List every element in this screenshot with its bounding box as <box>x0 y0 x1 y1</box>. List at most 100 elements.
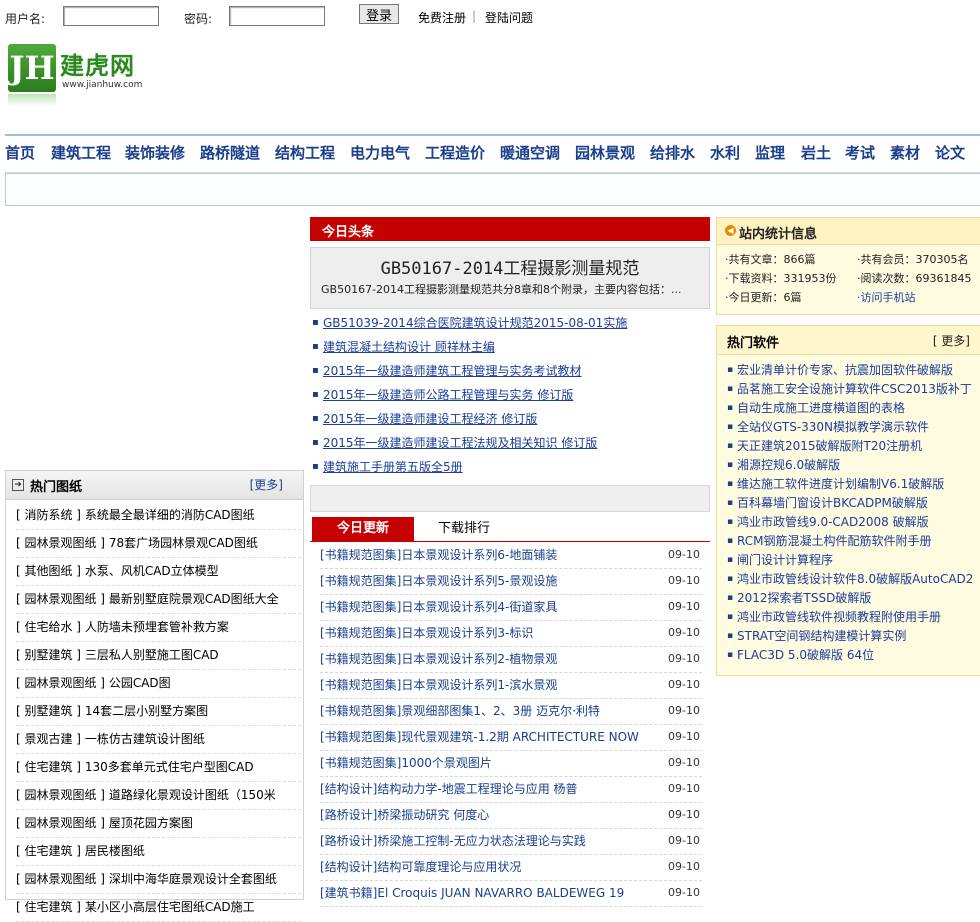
hot-software-more-link[interactable]: [ 更多] <box>933 332 970 349</box>
tab-download-ranking[interactable]: 下载排行 <box>438 517 490 541</box>
software-link[interactable]: FLAC3D 5.0破解版 64位 <box>727 646 979 665</box>
list-item[interactable]: [书籍规范图集]日本景观设计系列1-滨水景观 09-10 <box>320 673 702 699</box>
list-item[interactable]: [ 园林景观图纸 ] 深圳中海华庭景观设计全套图纸 <box>16 866 301 894</box>
update-category[interactable]: [书籍规范图集] <box>320 730 401 744</box>
nav-item-paper[interactable]: 论文 <box>935 142 965 163</box>
list-item[interactable]: [ 住宅建筑 ] 130多套单元式住宅户型图CAD <box>16 754 301 782</box>
list-item[interactable]: [ 住宅建筑 ] 居民楼图纸 <box>16 838 301 866</box>
login-help-link[interactable]: 登陆问题 <box>485 9 533 26</box>
nav-item-decoration[interactable]: 装饰装修 <box>125 142 185 163</box>
news-link[interactable]: 建筑混凝土结构设计 顾祥林主编 <box>323 340 495 354</box>
nav-item-water[interactable]: 给排水 <box>650 142 695 163</box>
list-item[interactable]: [书籍规范图集]日本景观设计系列5-景观设施 09-10 <box>320 569 702 595</box>
list-item[interactable]: [路桥设计]桥梁施工控制-无应力状态法理论与实践 09-10 <box>320 829 702 855</box>
drawing-title[interactable]: 深圳中海华庭景观设计全套图纸 <box>109 872 277 886</box>
mobile-site-link[interactable]: ·访问手机站 <box>857 289 916 305</box>
update-category[interactable]: [结构设计] <box>320 782 377 796</box>
list-item[interactable]: [ 别墅建筑 ] 三层私人别墅施工图CAD <box>16 642 301 670</box>
update-category[interactable]: [书籍规范图集] <box>320 756 401 770</box>
software-link[interactable]: 鸿业市政管线软件视频教程附使用手册 <box>727 608 979 627</box>
list-item[interactable]: [ 园林景观图纸 ] 道路绿化景观设计图纸（150米 <box>16 782 301 810</box>
drawing-category[interactable]: [ 住宅建筑 ] <box>16 760 81 774</box>
update-title[interactable]: 景观细部图集1、2、3册 迈克尔·利特 <box>401 704 600 718</box>
hot-drawings-more-link[interactable]: [更多] <box>250 476 283 493</box>
update-title[interactable]: 桥梁振动研究 何度心 <box>377 808 489 822</box>
drawing-title[interactable]: 最新别墅庭院景观CAD图纸大全 <box>109 592 279 606</box>
list-item[interactable]: [结构设计]结构可靠度理论与应用状况 09-10 <box>320 855 702 881</box>
drawing-title[interactable]: 公园CAD图 <box>109 676 171 690</box>
drawing-category[interactable]: [ 园林景观图纸 ] <box>16 872 105 886</box>
nav-item-electric[interactable]: 电力电气 <box>350 142 410 163</box>
tab-today-updates[interactable]: 今日更新 <box>312 517 414 541</box>
update-category[interactable]: [书籍规范图集] <box>320 626 401 640</box>
software-link[interactable]: 鸿业市政管线9.0-CAD2008 破解版 <box>727 513 979 532</box>
news-link[interactable]: 建筑施工手册第五版全5册 <box>323 460 463 474</box>
software-link[interactable]: 全站仪GTS-330N模拟教学演示软件 <box>727 418 979 437</box>
news-link[interactable]: 2015年一级建造师公路工程管理与实务 修订版 <box>323 388 573 402</box>
password-input[interactable] <box>229 6 325 26</box>
update-title[interactable]: 结构可靠度理论与应用状况 <box>377 860 521 874</box>
drawing-title[interactable]: 某小区小高层住宅图纸CAD施工 <box>85 900 255 914</box>
update-category[interactable]: [结构设计] <box>320 860 377 874</box>
update-title[interactable]: 日本景观设计系列3-标识 <box>401 626 533 640</box>
nav-item-road-bridge[interactable]: 路桥隧道 <box>200 142 260 163</box>
nav-item-landscape[interactable]: 园林景观 <box>575 142 635 163</box>
drawing-category[interactable]: [ 园林景观图纸 ] <box>16 592 105 606</box>
software-link[interactable]: 湘源控规6.0破解版 <box>727 456 979 475</box>
drawing-category[interactable]: [ 园林景观图纸 ] <box>16 536 105 550</box>
news-link[interactable]: 2015年一级建造师建设工程经济 修订版 <box>323 412 537 426</box>
nav-item-material[interactable]: 素材 <box>890 142 920 163</box>
list-item[interactable]: [ 消防系统 ] 系统最全最详细的消防CAD图纸 <box>16 502 301 530</box>
list-item[interactable]: [书籍规范图集]景观细部图集1、2、3册 迈克尔·利特 09-10 <box>320 699 702 725</box>
drawing-title[interactable]: 水泵、风机CAD立体模型 <box>85 564 219 578</box>
nav-item-supervision[interactable]: 监理 <box>755 142 785 163</box>
update-category[interactable]: [书籍规范图集] <box>320 652 401 666</box>
nav-item-geotech[interactable]: 岩土 <box>801 142 831 163</box>
list-item[interactable]: [ 别墅建筑 ] 14套二层小别墅方案图 <box>16 698 301 726</box>
drawing-title[interactable]: 道路绿化景观设计图纸（150米 <box>109 788 276 802</box>
drawing-title[interactable]: 14套二层小别墅方案图 <box>85 704 208 718</box>
software-link[interactable]: 品茗施工安全设施计算软件CSC2013版补丁 <box>727 380 979 399</box>
list-item[interactable]: [建筑书籍]El Croquis JUAN NAVARRO BALDEWEG 1… <box>320 881 702 907</box>
drawing-title[interactable]: 三层私人别墅施工图CAD <box>85 648 219 662</box>
news-link[interactable]: GB51039-2014综合医院建筑设计规范2015-08-01实施 <box>323 316 627 330</box>
list-item[interactable]: [书籍规范图集]1000个景观图片 09-10 <box>320 751 702 777</box>
news-link[interactable]: 2015年一级建造师建设工程法规及相关知识 修订版 <box>323 436 597 450</box>
update-title[interactable]: 日本景观设计系列5-景观设施 <box>401 574 557 588</box>
software-link[interactable]: 自动生成施工进度横道图的表格 <box>727 399 979 418</box>
drawing-category[interactable]: [ 住宅给水 ] <box>16 620 81 634</box>
software-link[interactable]: 维达施工软件进度计划编制V6.1破解版 <box>727 475 979 494</box>
update-category[interactable]: [路桥设计] <box>320 808 377 822</box>
list-item[interactable]: [ 住宅建筑 ] 某小区小高层住宅图纸CAD施工 <box>16 894 301 922</box>
site-logo[interactable]: JH 建虎网 www.jianhuw.com <box>8 42 158 108</box>
drawing-title[interactable]: 78套广场园林景观CAD图纸 <box>109 536 258 550</box>
software-link[interactable]: 闸门设计计算程序 <box>727 551 979 570</box>
nav-item-hydraulic[interactable]: 水利 <box>710 142 740 163</box>
headline-title[interactable]: GB50167-2014工程摄影测量规范 <box>311 254 709 279</box>
nav-item-exam[interactable]: 考试 <box>845 142 875 163</box>
drawing-category[interactable]: [ 消防系统 ] <box>16 508 81 522</box>
list-item[interactable]: [书籍规范图集]日本景观设计系列3-标识 09-10 <box>320 621 702 647</box>
software-link[interactable]: STRAT空间钢结构建模计算实例 <box>727 627 979 646</box>
list-item[interactable]: [ 园林景观图纸 ] 最新别墅庭院景观CAD图纸大全 <box>16 586 301 614</box>
drawing-category[interactable]: [ 园林景观图纸 ] <box>16 788 105 802</box>
update-title[interactable]: 日本景观设计系列6-地面铺装 <box>401 548 557 562</box>
drawing-title[interactable]: 130多套单元式住宅户型图CAD <box>85 760 254 774</box>
news-link[interactable]: 2015年一级建造师建筑工程管理与实务考试教材 <box>323 364 582 378</box>
update-title[interactable]: 日本景观设计系列1-滨水景观 <box>401 678 557 692</box>
drawing-category[interactable]: [ 别墅建筑 ] <box>16 648 81 662</box>
list-item[interactable]: [书籍规范图集]现代景观建筑-1.2期 ARCHITECTURE NOW 09-1… <box>320 725 702 751</box>
username-input[interactable] <box>63 6 159 26</box>
update-category[interactable]: [书籍规范图集] <box>320 704 401 718</box>
register-link[interactable]: 免费注册 <box>418 9 466 26</box>
login-button[interactable]: 登录 <box>359 4 399 24</box>
nav-item-hvac[interactable]: 暖通空调 <box>500 142 560 163</box>
update-title[interactable]: 1000个景观图片 <box>401 756 492 770</box>
update-category[interactable]: [书籍规范图集] <box>320 600 401 614</box>
list-item[interactable]: [路桥设计]桥梁振动研究 何度心 09-10 <box>320 803 702 829</box>
update-category[interactable]: [书籍规范图集] <box>320 574 401 588</box>
software-link[interactable]: 2012探索者TSSD破解版 <box>727 589 979 608</box>
list-item[interactable]: [ 住宅给水 ] 人防墙未预埋套管补救方案 <box>16 614 301 642</box>
list-item[interactable]: [ 园林景观图纸 ] 屋顶花园方案图 <box>16 810 301 838</box>
drawing-category[interactable]: [ 园林景观图纸 ] <box>16 816 105 830</box>
